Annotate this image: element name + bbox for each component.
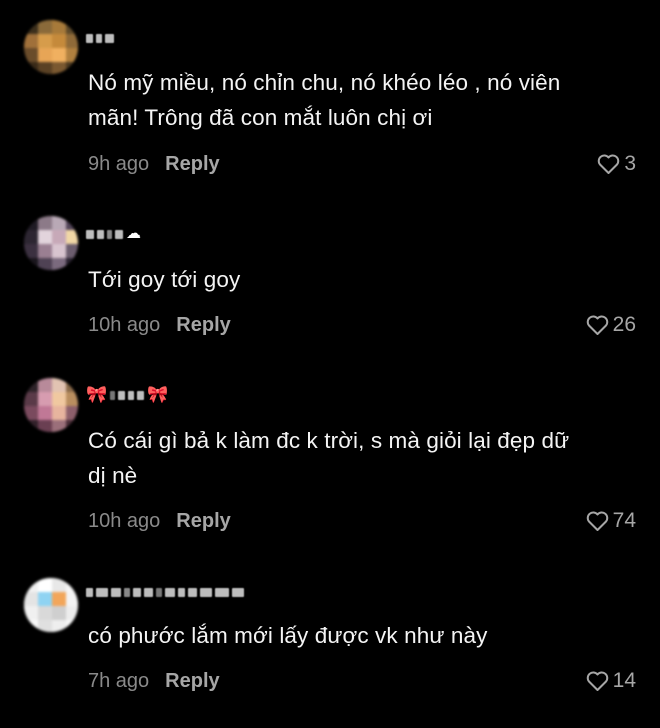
comment-text: có phước lắm mới lấy được vk như này xyxy=(88,618,633,653)
comment-text-line: có phước lắm mới lấy được vk như này xyxy=(88,623,488,648)
timestamp: 10h ago xyxy=(88,314,161,336)
comment-text-line: Nó mỹ miều, nó chỉn chu, nó khéo léo , n… xyxy=(88,70,561,95)
heart-outline-icon xyxy=(586,315,608,335)
timestamp: 7h ago xyxy=(88,670,150,692)
timestamp: 10h ago xyxy=(88,510,161,532)
like-count: 26 xyxy=(612,313,636,336)
username[interactable] xyxy=(86,30,114,46)
username[interactable]: 🎀 🎀 xyxy=(86,386,168,403)
comment-text-line: dị nè xyxy=(88,463,138,488)
comment-text-line: mãn! Trông đã con mắt luôn chị ơi xyxy=(88,105,433,130)
username[interactable] xyxy=(86,584,244,600)
heart-outline-icon xyxy=(598,154,620,174)
reply-button[interactable]: Reply xyxy=(165,670,219,692)
like-count: 14 xyxy=(612,669,636,692)
like-count: 3 xyxy=(624,152,636,175)
avatar[interactable] xyxy=(24,578,78,632)
avatar[interactable] xyxy=(24,216,78,270)
comment-meta: 10h ago Reply xyxy=(88,509,231,533)
username[interactable]: ☁ xyxy=(86,226,141,242)
reply-button[interactable]: Reply xyxy=(176,314,230,336)
comment-meta: 10h ago Reply xyxy=(88,313,231,337)
like-button[interactable]: 74 xyxy=(585,509,636,533)
avatar[interactable] xyxy=(24,20,78,74)
like-button[interactable]: 26 xyxy=(585,313,636,337)
like-button[interactable]: 3 xyxy=(596,152,636,176)
comment-text: Tới goy tới goy xyxy=(88,262,633,297)
comment-meta: 9h ago Reply xyxy=(88,152,220,176)
comment-meta: 7h ago Reply xyxy=(88,669,220,693)
comment-text-line: Tới goy tới goy xyxy=(88,267,241,292)
like-count: 74 xyxy=(612,509,636,532)
avatar[interactable] xyxy=(24,378,78,432)
comment-text: Nó mỹ miều, nó chỉn chu, nó khéo léo , n… xyxy=(88,65,633,135)
comment-text-line: Có cái gì bả k làm đc k trời, s mà giỏi … xyxy=(88,428,570,453)
comment-text: Có cái gì bả k làm đc k trời, s mà giỏi … xyxy=(88,423,633,493)
reply-button[interactable]: Reply xyxy=(176,510,230,532)
reply-button[interactable]: Reply xyxy=(165,153,219,175)
heart-outline-icon xyxy=(586,671,608,691)
timestamp: 9h ago xyxy=(88,153,150,175)
heart-outline-icon xyxy=(586,511,608,531)
like-button[interactable]: 14 xyxy=(585,669,636,693)
